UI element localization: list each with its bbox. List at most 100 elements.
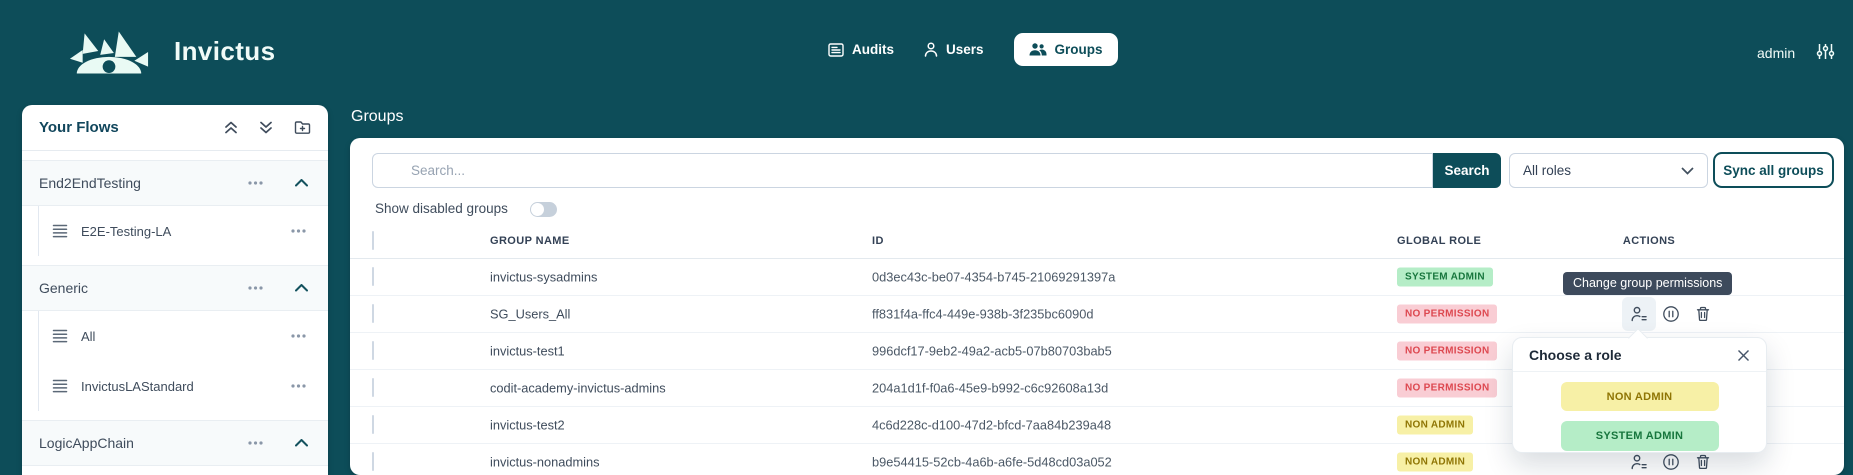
tooltip: Change group permissions <box>1563 272 1732 295</box>
section-label: End2EndTesting <box>39 175 248 191</box>
username[interactable]: admin <box>1757 45 1795 61</box>
sidebar-section: End2EndTesting E2E-Testing-LA <box>22 160 328 256</box>
role-filter-select[interactable]: All roles <box>1509 153 1708 188</box>
row-actions <box>1630 305 1712 323</box>
search-button[interactable]: Search <box>1433 153 1501 188</box>
table-row[interactable]: SG_Users_Allff831f4a-ffc4-449e-938b-3f23… <box>350 295 1844 333</box>
group-id: ff831f4a-ffc4-449e-938b-3f235bc6090d <box>872 306 1094 321</box>
group-id: b9e54415-52cb-4a6b-a6fe-5d48cd03a052 <box>872 454 1112 469</box>
flow-item-label: E2E-Testing-LA <box>81 224 278 239</box>
global-role-badge: NO PERMISSION <box>1397 378 1497 397</box>
sidebar-item-all[interactable]: All <box>38 311 328 361</box>
disable-group-icon[interactable] <box>1662 305 1680 323</box>
chevron-up-icon[interactable] <box>295 284 308 292</box>
expand-all-icon[interactable] <box>259 121 273 134</box>
role-filter-value: All roles <box>1523 163 1571 178</box>
column-header-group-name: GROUP NAME <box>490 235 570 247</box>
section-label: Generic <box>39 280 248 296</box>
select-all-checkbox[interactable] <box>372 231 374 250</box>
row-checkbox[interactable] <box>372 304 374 323</box>
sidebar-tools <box>224 120 311 135</box>
users-icon <box>924 42 938 57</box>
row-checkbox[interactable] <box>372 378 374 397</box>
choose-role-popup: Choose a role NON ADMIN SYSTEM ADMIN <box>1512 337 1767 453</box>
role-option-system-admin[interactable]: SYSTEM ADMIN <box>1561 421 1719 451</box>
tab-label: Groups <box>1055 42 1103 57</box>
toggle-knob <box>531 203 544 216</box>
sidebar-item-invictuslastandard[interactable]: InvictusLAStandard <box>38 361 328 411</box>
more-options-icon[interactable] <box>291 384 306 388</box>
more-options-icon[interactable] <box>291 334 306 338</box>
tab-groups[interactable]: Groups <box>1014 33 1118 66</box>
global-role-badge: SYSTEM ADMIN <box>1397 267 1493 286</box>
more-options-icon[interactable] <box>248 441 263 445</box>
add-folder-icon[interactable] <box>294 120 311 135</box>
role-option-non-admin[interactable]: NON ADMIN <box>1561 382 1719 411</box>
group-id: 204a1d1f-f0a6-45e9-b992-c6c92608a13d <box>872 380 1108 395</box>
sidebar-item-e2e-testing-la[interactable]: E2E-Testing-LA <box>38 206 328 256</box>
sidebar-section-logicappchain[interactable]: LogicAppChain <box>22 420 328 466</box>
groups-icon <box>1029 43 1047 56</box>
change-group-permissions-icon[interactable] <box>1622 297 1656 331</box>
chevron-up-icon[interactable] <box>295 179 308 187</box>
row-checkbox[interactable] <box>372 415 374 434</box>
invictus-logo <box>68 27 150 75</box>
section-label: LogicAppChain <box>39 435 248 451</box>
role-popup-options: NON ADMIN SYSTEM ADMIN <box>1513 382 1766 451</box>
group-id: 996dcf17-9eb2-49a2-acb5-07b80703bab5 <box>872 343 1112 358</box>
tab-users[interactable]: Users <box>924 42 984 57</box>
flow-icon <box>52 329 68 343</box>
row-checkbox[interactable] <box>372 341 374 360</box>
flows-sidebar: Your Flows End2EndTesting E2E-Testing-LA… <box>22 105 328 475</box>
column-header-actions: ACTIONS <box>1599 235 1699 247</box>
global-role-badge: NON ADMIN <box>1397 415 1473 434</box>
sidebar-header: Your Flows <box>22 105 328 151</box>
delete-group-icon[interactable] <box>1694 305 1712 323</box>
flow-icon <box>52 224 68 238</box>
page-title: Groups <box>351 108 403 126</box>
sidebar-section: Generic All InvictusLAStandard <box>22 265 328 411</box>
more-options-icon[interactable] <box>291 229 306 233</box>
group-name: invictus-test2 <box>490 417 565 432</box>
tab-label: Audits <box>852 42 894 57</box>
change-group-permissions-icon[interactable] <box>1630 453 1648 471</box>
column-header-id: ID <box>872 235 884 247</box>
chevron-up-icon[interactable] <box>295 439 308 447</box>
row-actions <box>1630 453 1712 471</box>
flow-icon <box>52 379 68 393</box>
sidebar-section: LogicAppChain <box>22 420 328 466</box>
delete-group-icon[interactable] <box>1694 453 1712 471</box>
group-id: 0d3ec43c-be07-4354-b745-21069291397a <box>872 269 1115 284</box>
group-name: invictus-test1 <box>490 343 565 358</box>
global-role-badge: NO PERMISSION <box>1397 304 1497 323</box>
global-role-badge: NO PERMISSION <box>1397 341 1497 360</box>
audits-icon <box>828 43 844 57</box>
global-role-badge: NON ADMIN <box>1397 452 1473 471</box>
sliders-icon[interactable] <box>1816 43 1835 60</box>
brand-title: Invictus <box>174 36 275 67</box>
sidebar-section-generic[interactable]: Generic <box>22 265 328 311</box>
flow-item-label: All <box>81 329 278 344</box>
chevron-down-icon <box>1681 167 1694 175</box>
sync-all-groups-button[interactable]: Sync all groups <box>1713 152 1834 188</box>
table-header-row: GROUP NAME ID GLOBAL ROLE ACTIONS <box>350 224 1844 259</box>
popup-title: Choose a role <box>1529 347 1622 363</box>
tab-audits[interactable]: Audits <box>828 42 894 57</box>
nav-tabs: Audits Users Groups <box>828 31 1118 68</box>
collapse-all-icon[interactable] <box>224 121 238 134</box>
disable-group-icon[interactable] <box>1662 453 1680 471</box>
show-disabled-toggle[interactable] <box>530 202 557 217</box>
column-header-global-role: GLOBAL ROLE <box>1397 235 1481 247</box>
group-name: invictus-sysadmins <box>490 269 597 284</box>
more-options-icon[interactable] <box>248 181 263 185</box>
row-checkbox[interactable] <box>372 267 374 286</box>
sidebar-sections: End2EndTesting E2E-Testing-LA Generic Al… <box>22 160 328 466</box>
group-name: invictus-nonadmins <box>490 454 600 469</box>
row-checkbox[interactable] <box>372 452 374 471</box>
close-icon[interactable] <box>1737 349 1750 362</box>
sidebar-title: Your Flows <box>39 119 224 136</box>
search-input[interactable] <box>372 153 1433 188</box>
sidebar-section-end2endtesting[interactable]: End2EndTesting <box>22 160 328 206</box>
flow-item-label: InvictusLAStandard <box>81 379 278 394</box>
more-options-icon[interactable] <box>248 286 263 290</box>
